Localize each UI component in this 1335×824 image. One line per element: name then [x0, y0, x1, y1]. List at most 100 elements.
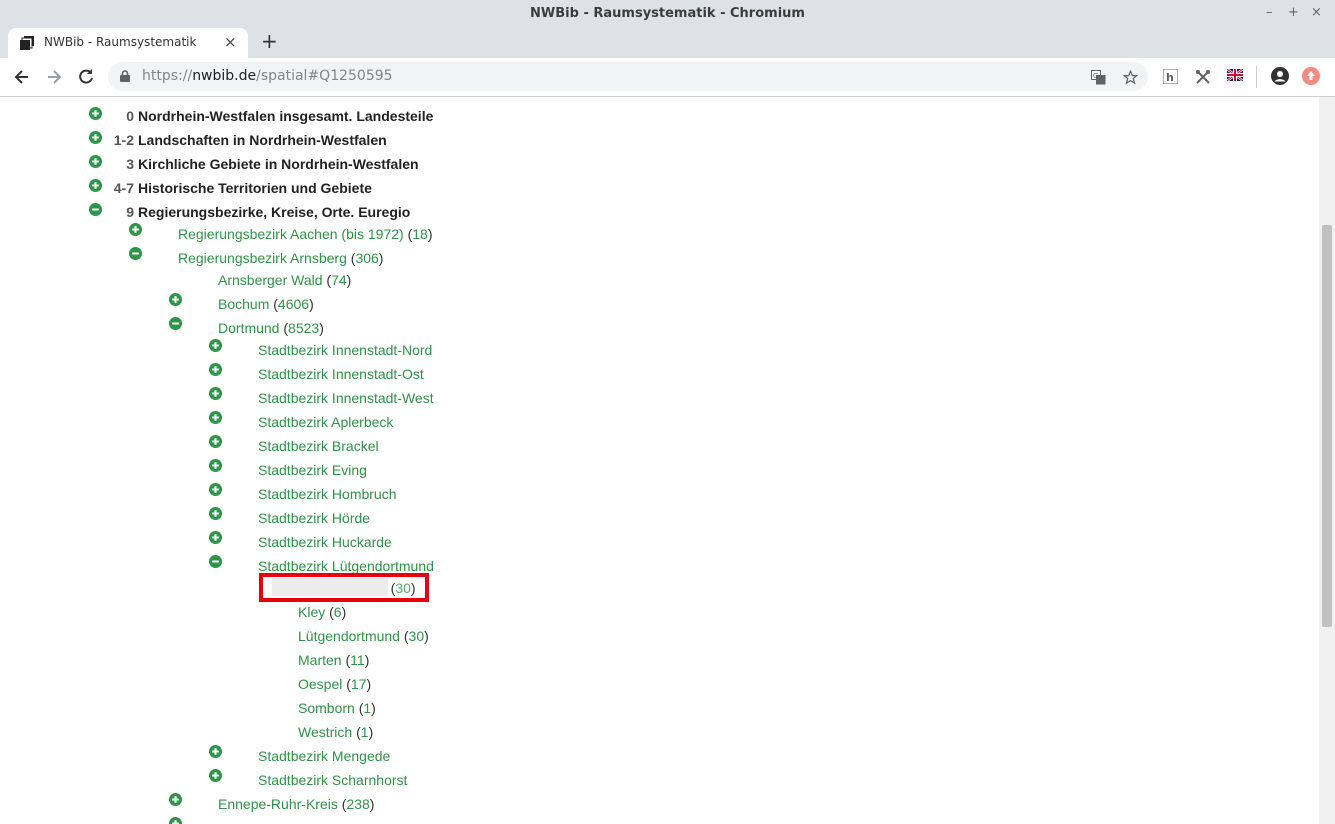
expand-plus-icon[interactable] — [209, 339, 222, 352]
stadtbezirk-item-link[interactable]: Stadtbezirk Scharnhorst — [258, 772, 407, 788]
stadtbezirk-item-link[interactable]: Stadtbezirk Hörde — [258, 510, 370, 526]
expand-plus-icon[interactable] — [89, 131, 102, 144]
ort-item-link[interactable]: Kley — [298, 604, 325, 620]
regierungsbezirk-item-link[interactable]: Regierungsbezirk Arnsberg — [178, 250, 347, 266]
count-paren-open: ( — [269, 296, 278, 312]
count-paren-close: ) — [309, 296, 314, 312]
arrow-left-icon[interactable] — [12, 67, 32, 87]
stadtbezirk-item-link[interactable]: Stadtbezirk Brackel — [258, 438, 379, 454]
expand-plus-icon[interactable] — [209, 411, 222, 424]
item-count[interactable]: 74 — [331, 272, 347, 288]
stadtbezirk-item-link[interactable]: Stadtbezirk Lütgendortmund — [258, 558, 434, 574]
reload-icon[interactable] — [76, 67, 96, 87]
item-count[interactable]: 4606 — [278, 296, 309, 312]
tree-category-label[interactable]: Historische Territorien und Gebiete — [138, 180, 372, 196]
star-icon[interactable] — [1123, 70, 1138, 85]
stadtbezirk-item-link[interactable]: Stadtbezirk Hombruch — [258, 486, 397, 502]
item-count[interactable]: 238 — [346, 796, 369, 812]
uk-flag-icon[interactable] — [1227, 69, 1243, 81]
stadtbezirk-item-link[interactable]: Stadtbezirk Mengede — [258, 748, 390, 764]
expand-plus-icon[interactable] — [209, 483, 222, 496]
account-icon[interactable] — [1271, 67, 1289, 85]
kreis-item-link[interactable]: Dortmund — [218, 320, 279, 336]
translate-icon[interactable]: G — [1091, 70, 1106, 85]
ort-item-link[interactable]: Lütgendortmund — [298, 628, 400, 644]
item-count[interactable]: 11 — [350, 652, 365, 668]
item-count[interactable]: 17 — [351, 676, 367, 692]
expand-plus-icon[interactable] — [209, 363, 222, 376]
stadtbezirk-item-link[interactable]: Stadtbezirk Eving — [258, 462, 367, 478]
stadtbezirk-item-link[interactable]: Stadtbezirk Aplerbeck — [258, 414, 393, 430]
ort-item: Oespel (17) — [298, 676, 371, 692]
regierungsbezirk-item-link[interactable]: Regierungsbezirk Aachen (bis 1972) — [178, 226, 404, 242]
expand-plus-icon[interactable] — [209, 531, 222, 544]
collapse-minus-icon[interactable] — [169, 317, 182, 330]
arrow-right-icon[interactable] — [44, 67, 64, 87]
expand-plus-icon[interactable] — [89, 179, 102, 192]
item-count[interactable]: 1 — [361, 724, 369, 740]
ort-item-link[interactable]: Oespel — [298, 676, 342, 692]
stadtbezirk-item-link[interactable]: Stadtbezirk Huckarde — [258, 534, 392, 550]
expand-plus-icon[interactable] — [209, 507, 222, 520]
expand-plus-icon[interactable] — [209, 387, 222, 400]
url-text[interactable]: https://nwbib.de/spatial#Q1250595 — [142, 68, 393, 84]
browser-tab[interactable]: NWBib - Raumsystematik × — [8, 28, 248, 58]
tree-row: Stadtbezirk Brackel — [0, 435, 1319, 462]
tab-title: NWBib - Raumsystematik — [44, 35, 197, 49]
tree-row: 4-7 Historische Territorien und Gebiete — [0, 179, 1319, 204]
item-count[interactable]: 8523 — [288, 320, 319, 336]
count-paren-open: ( — [325, 604, 334, 620]
tree-row: Stadtbezirk Mengede — [0, 745, 1319, 772]
kreis-item-link[interactable]: Ennepe-Ruhr-Kreis — [218, 796, 338, 812]
stadtbezirk-item-link[interactable]: Stadtbezirk Innenstadt-West — [258, 390, 434, 406]
expand-plus-icon[interactable] — [89, 107, 102, 120]
tree-row: Regierungsbezirk Aachen (bis 1972) (18) — [0, 223, 1319, 250]
ort-item-link[interactable]: Westrich — [298, 724, 352, 740]
vertical-scrollbar[interactable] — [1319, 97, 1335, 824]
kreis-item-link[interactable]: Bochum — [218, 296, 269, 312]
item-count[interactable]: 306 — [355, 250, 378, 266]
expand-plus-icon[interactable] — [89, 155, 102, 168]
expand-plus-icon[interactable] — [129, 223, 142, 236]
tree-row: 9 Regierungsbezirke, Kreise, Orte. Euregi… — [0, 203, 1319, 228]
expand-plus-icon[interactable] — [209, 435, 222, 448]
scrollbar-thumb[interactable] — [1322, 225, 1332, 627]
tree-category-number: 1-2 — [113, 132, 134, 148]
ort-item-link[interactable]: Marten — [298, 652, 342, 668]
expand-plus-icon[interactable] — [209, 459, 222, 472]
item-count[interactable]: 30 — [409, 628, 425, 644]
tree-category-label[interactable]: Nordrhein-Westfalen insgesamt. Landestei… — [138, 108, 433, 124]
collapse-minus-icon[interactable] — [89, 203, 102, 216]
tree-category-label[interactable]: Landschaften in Nordrhein-Westfalen — [138, 132, 387, 148]
stadtbezirk-item: Stadtbezirk Innenstadt-Nord — [258, 342, 432, 358]
expand-plus-icon[interactable] — [169, 293, 182, 306]
expand-plus-icon[interactable] — [209, 769, 222, 782]
ort-item-link[interactable]: Somborn — [298, 700, 355, 716]
ort-item: Marten (11) — [298, 652, 369, 668]
stadtbezirk-item-link[interactable]: Stadtbezirk Innenstadt-Ost — [258, 366, 424, 382]
item-count[interactable]: 1 — [363, 700, 371, 716]
address-bar[interactable]: https://nwbib.de/spatial#Q1250595 G — [108, 62, 1148, 91]
tree-category-label[interactable]: Regierungsbezirke, Kreise, Orte. Euregio — [138, 204, 410, 220]
tree-category-label[interactable]: Kirchliche Gebiete in Nordrhein-Westfale… — [138, 156, 419, 172]
item-count[interactable]: 18 — [412, 226, 428, 242]
new-tab-button[interactable]: + — [261, 29, 278, 53]
maximize-button[interactable]: + — [1288, 5, 1299, 20]
expand-plus-icon[interactable] — [169, 793, 182, 806]
item-count[interactable]: 6 — [334, 604, 342, 620]
expand-plus-icon[interactable] — [209, 745, 222, 758]
extension-tools-icon[interactable] — [1195, 69, 1211, 85]
ort-item: Westrich (1) — [298, 724, 373, 740]
stadtbezirk-item-link[interactable]: Stadtbezirk Innenstadt-Nord — [258, 342, 432, 358]
tree-category-number: 4-7 — [113, 180, 134, 196]
expand-plus-icon[interactable] — [169, 817, 182, 824]
extension-h-icon[interactable]: h — [1163, 69, 1178, 84]
kreis-item-link[interactable]: Arnsberger Wald — [218, 272, 323, 288]
update-icon[interactable] — [1302, 67, 1320, 85]
close-window-button[interactable]: × — [1311, 5, 1322, 20]
tab-close-button[interactable]: × — [224, 33, 237, 51]
collapse-minus-icon[interactable] — [129, 247, 142, 260]
minimize-button[interactable]: – — [1266, 5, 1273, 20]
collapse-minus-icon[interactable] — [209, 555, 222, 568]
tree-row: Stadtbezirk Eving — [0, 459, 1319, 486]
